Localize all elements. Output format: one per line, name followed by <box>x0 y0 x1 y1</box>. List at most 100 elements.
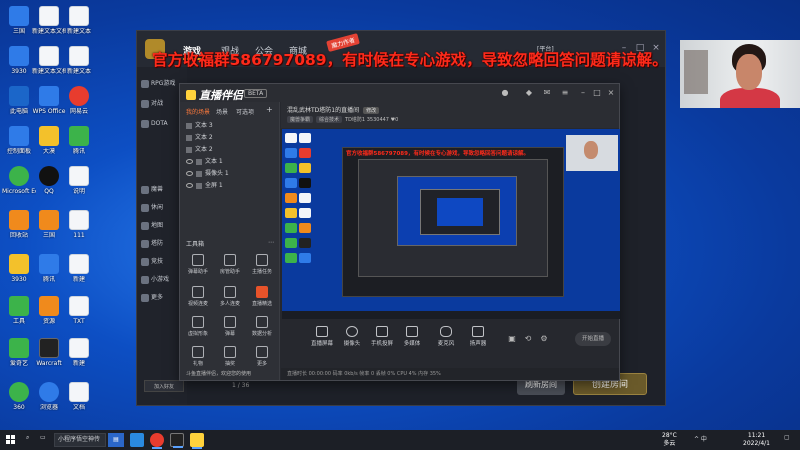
mail-icon[interactable]: ✉ <box>542 88 552 97</box>
taskbar-search-app[interactable]: 小程序悟空神传 <box>54 433 106 447</box>
maximize-icon[interactable]: □ <box>592 88 602 97</box>
settings-gear-icon[interactable]: ⚙ <box>539 334 549 343</box>
desktop-icon[interactable]: 新建 <box>62 254 96 283</box>
weather-widget[interactable]: 28°C 多云 <box>662 432 677 448</box>
desktop-icon[interactable]: 控制面板 <box>2 126 36 155</box>
tab-options[interactable]: 可选项 <box>236 107 254 116</box>
desktop-icon[interactable]: 新建 <box>62 338 96 367</box>
subcategory-chip[interactable]: 综合技术 <box>316 116 343 123</box>
share-icon[interactable]: ⟲ <box>523 334 533 343</box>
visibility-eye-icon[interactable] <box>186 183 193 188</box>
tool-multi-link[interactable]: 多人连麦 <box>216 286 244 307</box>
desktop-icon[interactable]: 新建文本文档 <box>32 46 66 75</box>
taskbar-warcraft-icon[interactable] <box>170 433 184 448</box>
desktop-icon[interactable]: WPS Office <box>32 86 66 115</box>
taskbar-streaming-icon[interactable] <box>190 433 204 449</box>
stream-status-bar: 直播时长 00:00:00 码率 0kb/s 帧率 0 丢帧 0% CPU 4%… <box>281 368 619 380</box>
microphone-button[interactable]: 麦克风 <box>431 326 461 347</box>
tab-scenes[interactable]: 场景 <box>216 107 228 116</box>
go-live-button[interactable]: 开始直播 <box>575 332 611 346</box>
stream-preview[interactable]: 官方收福群586797089，有时候在专心游戏，导致忽略回答问题请谅解。 <box>282 129 620 319</box>
desktop-icon[interactable]: 资源 <box>32 296 66 325</box>
avatar-icon[interactable]: ● <box>500 88 510 97</box>
record-icon[interactable]: ▣ <box>507 334 517 343</box>
tray-area[interactable]: ^ 中 <box>694 434 707 443</box>
desktop-icon[interactable]: 腾讯 <box>62 126 96 155</box>
desktop-icon[interactable]: 111 <box>62 210 96 239</box>
tool-danmu-assistant[interactable]: 弹幕助手 <box>184 254 212 275</box>
close-icon[interactable]: × <box>606 88 616 97</box>
scene-item[interactable]: 文本 2 <box>186 132 276 143</box>
desktop-icon[interactable]: 3930 <box>2 254 36 283</box>
desktop-icon[interactable]: 文档 <box>62 382 96 411</box>
taskbar-netease-icon[interactable] <box>150 433 164 449</box>
visibility-eye-icon[interactable] <box>186 171 193 176</box>
desktop-icon[interactable]: 工具 <box>2 296 36 325</box>
category-icon <box>141 99 149 108</box>
speaker-icon <box>472 326 484 337</box>
add-scene-icon[interactable]: + <box>266 105 273 114</box>
scene-item[interactable]: 文本 2 <box>186 144 276 155</box>
scene-item[interactable]: 全屏 1 <box>186 180 276 191</box>
desktop-icon[interactable]: 说明 <box>62 166 96 195</box>
add-friend-button[interactable]: 加入好友 <box>144 380 184 392</box>
desktop-icon[interactable]: 大漠 <box>32 126 66 155</box>
preview-recursive-layer <box>437 198 483 226</box>
iqiyi-icon <box>9 338 29 358</box>
category-chip[interactable]: 魔兽争霸 <box>287 116 314 123</box>
tab-my-scenes[interactable]: 我的场景 <box>186 107 210 116</box>
tool-host-task[interactable]: 主播任务 <box>248 254 276 275</box>
preview-recursive-layer <box>397 176 517 246</box>
camera-button[interactable]: 摄像头 <box>337 326 367 347</box>
desktop-icon[interactable]: 三国 <box>32 210 66 239</box>
desktop-icon[interactable]: QQ <box>32 166 66 195</box>
gift-icon[interactable]: ◆ <box>524 88 534 97</box>
desktop-icon[interactable]: 新建文本 <box>62 46 96 75</box>
toolbox-more-icon[interactable]: ⋯ <box>268 239 274 246</box>
tool-lottery[interactable]: 抽奖 <box>216 346 244 367</box>
taskbar-app-icon[interactable] <box>130 433 144 447</box>
tool-analytics[interactable]: 数据分析 <box>248 316 276 337</box>
desktop-icon[interactable]: 爱奇艺 <box>2 338 36 367</box>
taskbar-clock[interactable]: 11:21 2022/4/1 <box>743 432 770 448</box>
notification-icon[interactable]: ▢ <box>784 434 790 441</box>
phone-cast-button[interactable]: 手机投屏 <box>367 326 397 347</box>
task-view-icon[interactable]: ▭ <box>40 434 46 441</box>
speaker-button[interactable]: 扬声器 <box>463 326 493 347</box>
windows-start-icon[interactable] <box>6 435 16 445</box>
tool-highlights[interactable]: 直播精选 <box>248 286 276 307</box>
scene-item[interactable]: 摄像头 1 <box>186 168 276 179</box>
stream-brand: 直播伴侣 <box>186 87 243 103</box>
desktop-icon[interactable]: 新建文本 <box>62 6 96 35</box>
desktop-icon[interactable]: 三国 <box>2 6 36 35</box>
search-icon[interactable]: ⌕ <box>26 434 29 442</box>
desktop-icon[interactable]: 此电脑 <box>2 86 36 115</box>
menu-icon[interactable]: ≡ <box>560 88 570 97</box>
desktop-icon[interactable]: 3930 <box>2 46 36 75</box>
scene-item[interactable]: 文本 1 <box>186 156 276 167</box>
media-button[interactable]: 多媒体 <box>397 326 427 347</box>
desktop-icon[interactable]: 新建文本文档 <box>32 6 66 35</box>
taskbar-app-pinned[interactable]: ▤ <box>108 433 124 447</box>
category-icon <box>141 293 149 302</box>
desktop-icon[interactable]: Microsoft Edge <box>2 166 36 195</box>
desktop-icon[interactable]: 回收站 <box>2 210 36 239</box>
desktop-icon[interactable]: 360 <box>2 382 36 411</box>
desktop-icon[interactable]: 浏览器 <box>32 382 66 411</box>
tool-video-link[interactable]: 视频连麦 <box>184 286 212 307</box>
tool-gifts[interactable]: 礼物 <box>184 346 212 367</box>
edit-room-button[interactable]: 修改 <box>363 107 380 114</box>
desktop-icon[interactable]: 腾讯 <box>32 254 66 283</box>
tool-danmu[interactable]: 弹幕 <box>216 316 244 337</box>
scene-item[interactable]: 文本 3 <box>186 120 276 131</box>
tool-room-admin[interactable]: 房管助手 <box>216 254 244 275</box>
desktop-icon[interactable]: 网易云 <box>62 86 96 115</box>
desktop-icon[interactable]: TXT <box>62 296 96 325</box>
visibility-eye-icon[interactable] <box>186 159 193 164</box>
desktop-icon[interactable]: Warcraft <box>32 338 66 367</box>
minimize-icon[interactable]: – <box>578 88 588 97</box>
tool-more[interactable]: 更多 <box>248 346 276 367</box>
screen-capture-button[interactable]: 直播屏幕 <box>307 326 337 347</box>
preview-stream-window <box>358 159 548 277</box>
tool-avatar[interactable]: 虚拟形象 <box>184 316 212 337</box>
